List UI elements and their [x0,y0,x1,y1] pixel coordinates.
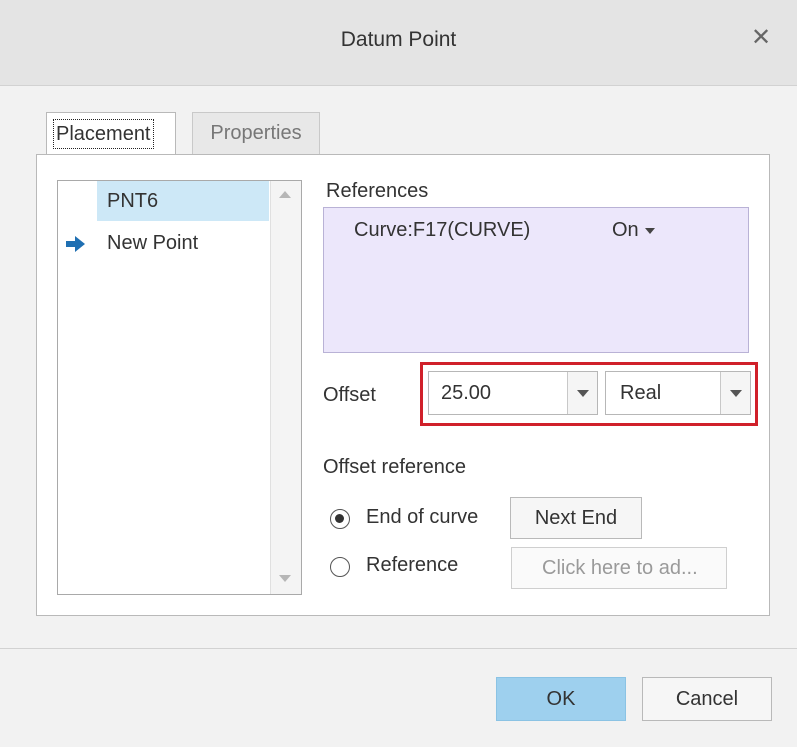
references-label: References [326,180,429,202]
ok-button[interactable]: OK [496,677,626,721]
reference-label[interactable]: Reference [366,554,458,577]
scroll-down-icon[interactable] [279,575,291,582]
tab-properties[interactable]: Properties [192,112,320,155]
reference-constraint-value: On [612,219,639,241]
reference-item[interactable]: Curve:F17(CURVE) [354,219,530,242]
chevron-down-icon [730,390,742,397]
next-end-button[interactable]: Next End [510,497,642,539]
reference-collector-field[interactable]: Click here to ad... [511,547,727,589]
offset-value-combo[interactable]: 25.00 [428,371,598,415]
tab-placement[interactable]: Placement [46,112,176,155]
offset-value: 25.00 [441,382,492,404]
offset-type-value: Real [620,382,662,404]
title-bar: Datum Point ✕ [0,0,797,86]
tab-placement-label: Placement [53,119,154,149]
offset-reference-label: Offset reference [323,456,467,478]
end-of-curve-label[interactable]: End of curve [366,506,478,529]
scroll-up-icon[interactable] [279,191,291,198]
list-scrollbar[interactable] [270,181,301,594]
list-item-new-point[interactable]: New Point [107,232,198,255]
end-of-curve-radio[interactable] [330,509,350,529]
cancel-button[interactable]: Cancel [642,677,772,721]
datum-point-dialog: Datum Point ✕ Placement Properties PNT6 … [0,0,797,747]
list-item-label: PNT6 [107,190,159,212]
arrow-right-icon [66,236,85,252]
offset-type-select[interactable]: Real [605,371,751,415]
chevron-down-icon [577,390,589,397]
footer-divider [0,648,797,649]
offset-value-dropdown[interactable] [567,372,597,414]
dialog-title: Datum Point [340,28,457,51]
offset-label: Offset [323,384,376,406]
reference-radio[interactable] [330,557,350,577]
reference-constraint-dropdown[interactable]: On [612,219,655,242]
offset-type-dropdown[interactable] [720,372,750,414]
close-icon[interactable]: ✕ [747,24,775,52]
chevron-down-icon [644,227,655,234]
